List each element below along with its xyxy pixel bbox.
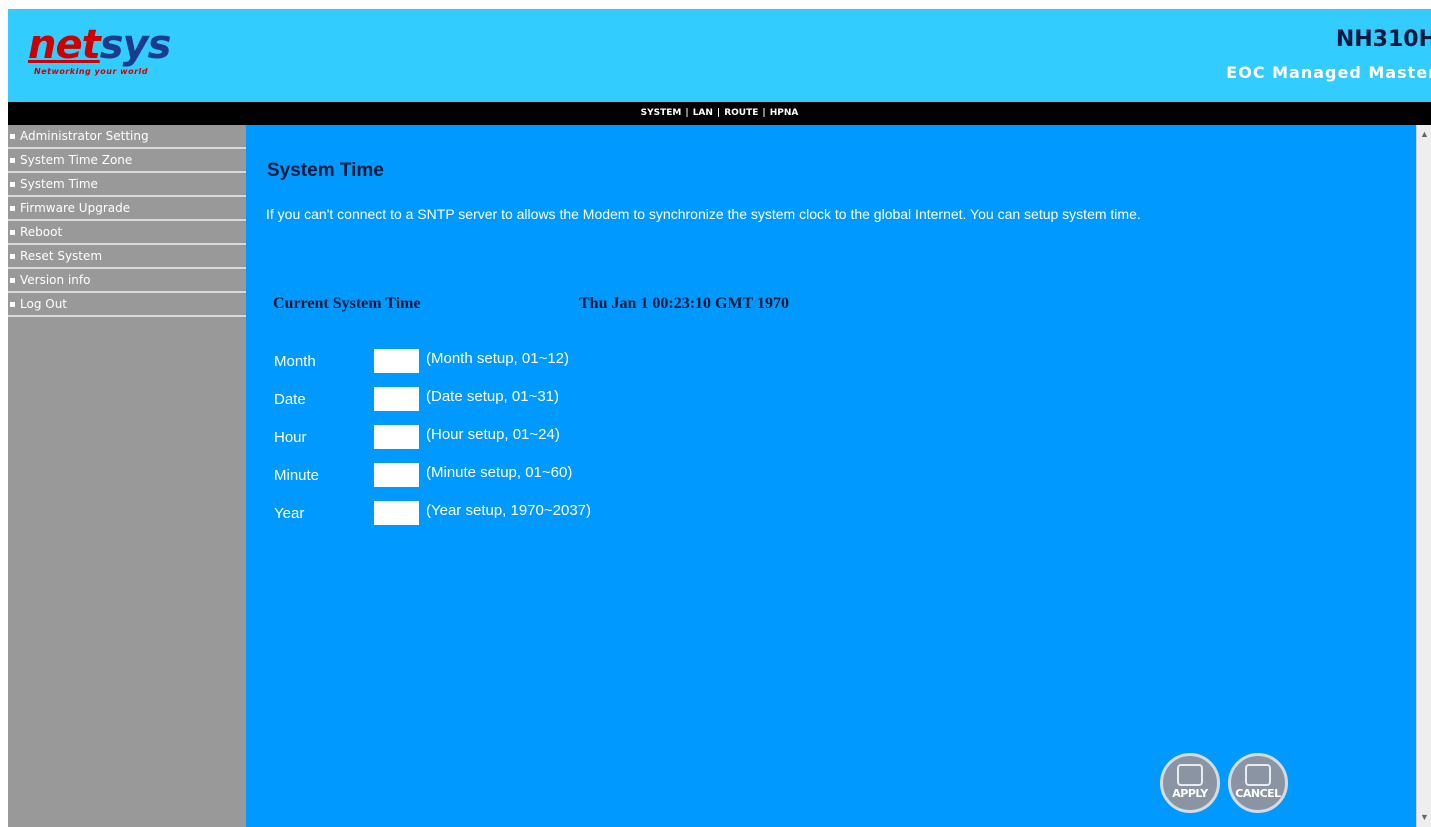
month-hint: (Month setup, 01~12) [426, 350, 570, 367]
year-input[interactable] [374, 501, 419, 525]
sidebar-item-system-time-zone[interactable]: System Time Zone [8, 149, 246, 173]
month-input[interactable] [374, 349, 419, 373]
date-hint: (Date setup, 01~31) [426, 388, 560, 405]
hour-input[interactable] [374, 425, 419, 449]
sidebar-item-label: System Time Zone [20, 153, 133, 167]
nav-route[interactable]: ROUTE [724, 108, 758, 118]
date-input[interactable] [374, 387, 419, 411]
logo-net-text: net [28, 22, 101, 68]
sidebar-item-system-time[interactable]: System Time [8, 173, 246, 197]
current-time-label: Current System Time [273, 295, 421, 312]
bullet-icon [10, 302, 15, 307]
year-hint: (Year setup, 1970~2037) [426, 502, 591, 519]
sidebar: Administrator Setting System Time Zone S… [8, 125, 246, 827]
sidebar-item-label: System Time [20, 177, 98, 191]
nav-system[interactable]: SYSTEM [641, 108, 682, 118]
sidebar-item-log-out[interactable]: Log Out [8, 293, 246, 317]
vertical-scrollbar[interactable]: ▲ ▼ [1416, 125, 1431, 827]
sidebar-item-reboot[interactable]: Reboot [8, 221, 246, 245]
nav-separator: | [716, 108, 721, 118]
logo-tagline: Networking your world [34, 67, 148, 76]
minute-input[interactable] [374, 463, 419, 487]
nav-lan[interactable]: LAN [693, 108, 713, 118]
bullet-icon [10, 134, 15, 139]
hour-label: Hour [274, 429, 307, 446]
sidebar-item-label: Firmware Upgrade [20, 201, 131, 215]
sidebar-item-firmware-upgrade[interactable]: Firmware Upgrade [8, 197, 246, 221]
scroll-up-arrow-icon[interactable]: ▲ [1417, 127, 1431, 142]
header: netsys Networking your world NH310H EOC … [8, 9, 1431, 102]
model-name: NH310H [1335, 27, 1431, 52]
date-label: Date [274, 391, 306, 408]
year-label: Year [274, 505, 305, 522]
sidebar-item-administrator-setting[interactable]: Administrator Setting [8, 125, 246, 149]
bullet-icon [10, 158, 15, 163]
nav-separator: | [685, 108, 689, 118]
sidebar-item-label: Reboot [20, 225, 63, 239]
netsys-logo: netsys Networking your world [28, 22, 172, 76]
minute-hint: (Minute setup, 01~60) [426, 464, 573, 481]
nav-hpna[interactable]: HPNA [770, 108, 799, 118]
logo-sys-text: sys [99, 22, 172, 68]
bullet-icon [10, 254, 15, 259]
sidebar-item-reset-system[interactable]: Reset System [8, 245, 246, 269]
model-subtitle: EOC Managed Master [1226, 63, 1431, 82]
bullet-icon [10, 278, 15, 283]
cancel-button-label: CANCEL [1235, 787, 1281, 800]
sidebar-item-label: Version info [20, 273, 91, 287]
sidebar-item-label: Reset System [20, 249, 103, 263]
page-description: If you can't connect to a SNTP server to… [266, 206, 1141, 222]
sidebar-item-label: Log Out [20, 297, 68, 311]
main-content: System Time If you can't connect to a SN… [246, 125, 1416, 827]
hour-hint: (Hour setup, 01~24) [426, 426, 560, 443]
minute-label: Minute [274, 467, 320, 484]
top-nav: SYSTEM | LAN | ROUTE | HPNA [8, 102, 1431, 125]
cancel-button[interactable]: CANCEL [1228, 753, 1288, 813]
page-title: System Time [267, 160, 384, 181]
current-time-value: Thu Jan 1 00:23:10 GMT 1970 [579, 295, 789, 312]
bullet-icon [10, 206, 15, 211]
scroll-down-arrow-icon[interactable]: ▼ [1417, 810, 1431, 825]
apply-button-label: APPLY [1172, 787, 1208, 800]
sidebar-item-version-info[interactable]: Version info [8, 269, 246, 293]
bullet-icon [10, 182, 15, 187]
nav-separator: | [762, 108, 766, 118]
bullet-icon [10, 230, 15, 235]
app-frame: netsys Networking your world NH310H EOC … [8, 9, 1431, 827]
sidebar-item-label: Administrator Setting [20, 129, 149, 143]
apply-icon [1177, 764, 1203, 786]
cancel-icon [1245, 764, 1271, 786]
month-label: Month [274, 353, 316, 370]
apply-button[interactable]: APPLY [1160, 753, 1220, 813]
